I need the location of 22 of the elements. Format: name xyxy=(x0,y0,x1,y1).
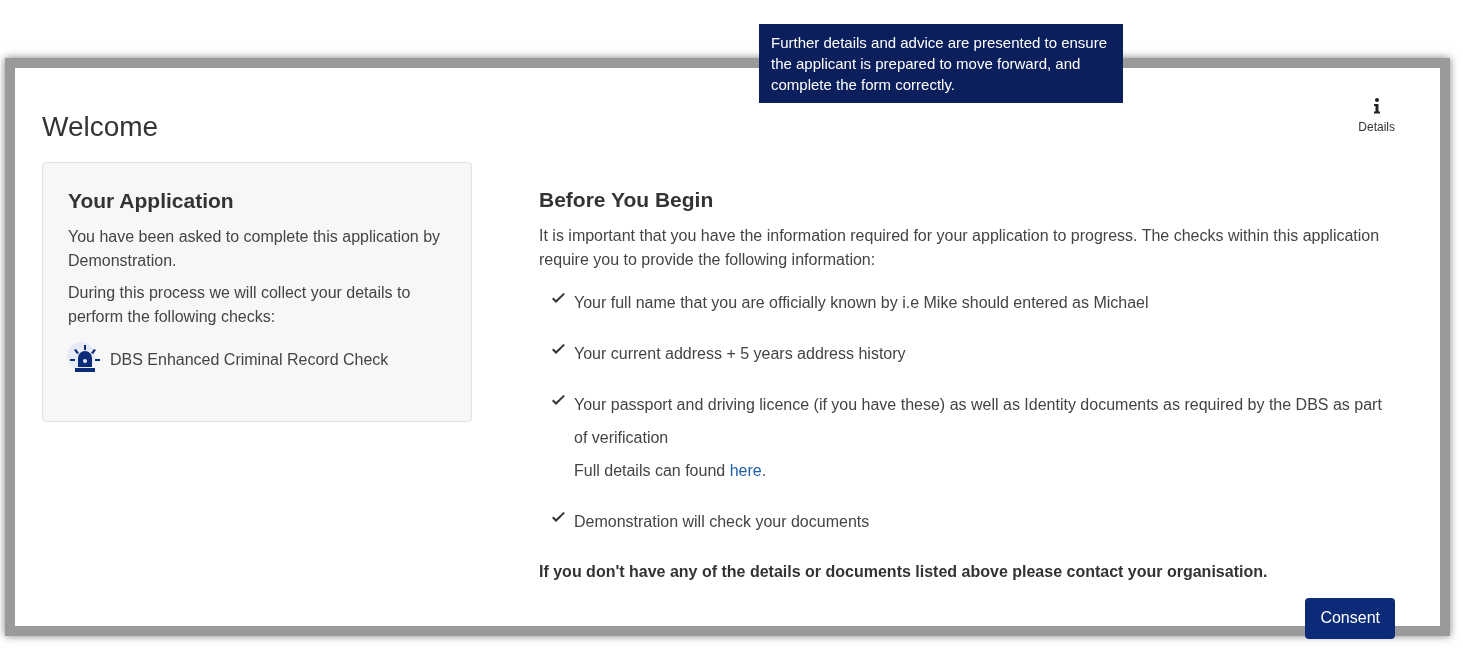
check-name: DBS Enhanced Criminal Record Check xyxy=(110,349,389,370)
requirement-text: Your full name that you are officially known by i.e Mike should entered as Michael xyxy=(574,292,1149,313)
requirement-text: Your passport and driving licence (if you have these) as well as Identity documents as required by the DBS as part of verification xyxy=(574,394,1383,448)
card-paragraph: During this process we will collect your details to perform the following checks: xyxy=(68,282,412,327)
details-button[interactable]: Details xyxy=(1358,98,1395,136)
checkmark-icon xyxy=(551,393,566,406)
page-title: Welcome xyxy=(42,110,159,144)
tooltip: Further details and advice are presented to ensure the applicant is prepared to move forward, and complete the form correctly. xyxy=(759,24,1123,103)
consent-button[interactable]: Consent xyxy=(1305,597,1395,639)
info-icon xyxy=(1372,98,1381,114)
intro-paragraph: It is important that you have the information required for your application to progress. The checks within this application require you to provide the following information: xyxy=(539,225,1381,270)
requirement-note: Full details can found here. xyxy=(574,460,768,481)
checkmark-icon xyxy=(551,291,566,304)
contact-notice: If you don't have any of the details or documents listed above please contact your organisation. xyxy=(539,561,1269,582)
here-link[interactable]: here xyxy=(729,461,762,479)
card-paragraph: You have been asked to complete this application by Demonstration. xyxy=(68,226,442,271)
checkmark-icon xyxy=(551,510,566,523)
requirement-text: Demonstration will check your documents xyxy=(574,511,870,532)
card-title: Your Application xyxy=(68,188,235,214)
checkmark-icon xyxy=(551,342,566,355)
requirement-text: Your current address + 5 years address history xyxy=(574,343,906,364)
section-title: Before You Begin xyxy=(539,187,715,213)
